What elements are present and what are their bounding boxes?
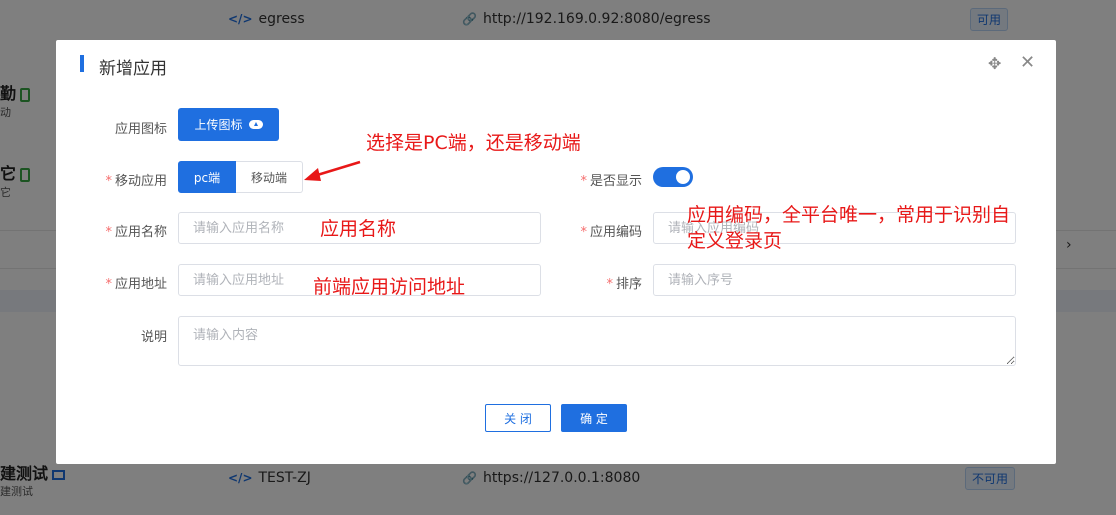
pc-option-button[interactable]: pc端 [178, 161, 236, 193]
show-label: * 是否显示 [580, 174, 642, 189]
upload-button-label: 上传图标 [194, 118, 243, 132]
annotation-app-code: 应用编码，全平台唯一，常用于识别自定义登录页 [687, 204, 1011, 252]
app-code-label: * 应用编码 [580, 225, 642, 240]
annotation-app-name: 应用名称 [320, 218, 397, 240]
cloud-upload-icon [248, 120, 263, 129]
icon-label: 应用图标 [114, 122, 167, 137]
required-mark: * [105, 225, 112, 240]
required-mark: * [105, 277, 112, 292]
show-toggle[interactable] [653, 167, 693, 187]
app-name-label: * 应用名称 [105, 225, 167, 240]
sort-input[interactable] [653, 264, 1016, 296]
description-textarea[interactable] [178, 316, 1016, 366]
required-mark: * [580, 174, 587, 189]
app-address-label: * 应用地址 [105, 277, 167, 292]
move-icon[interactable]: ✥ [988, 54, 1001, 73]
confirm-button[interactable]: 确 定 [561, 404, 627, 432]
mobile-option-button[interactable]: 移动端 [236, 161, 303, 193]
close-button[interactable]: 关 闭 [485, 404, 551, 432]
annotation-arrow-icon [304, 160, 361, 181]
required-mark: * [105, 174, 112, 189]
annotation-app-address: 前端应用访问地址 [313, 276, 466, 298]
upload-icon-button[interactable]: 上传图标 [178, 108, 279, 141]
title-accent-bar [80, 55, 84, 72]
description-label: 说明 [140, 330, 167, 345]
mobile-app-label: * 移动应用 [105, 174, 167, 189]
dialog-title: 新增应用 [99, 59, 167, 79]
required-mark: * [580, 225, 587, 240]
sort-label: * 排序 [606, 277, 642, 292]
add-app-dialog: 新增应用 ✥ ✕ 应用图标 上传图标 * 移动应用 pc端 移动端 * 是否显示 *… [56, 40, 1056, 464]
close-icon[interactable]: ✕ [1020, 52, 1035, 73]
toggle-knob [676, 170, 690, 184]
annotation-pc-or-mobile: 选择是PC端，还是移动端 [366, 132, 581, 154]
required-mark: * [606, 277, 613, 292]
